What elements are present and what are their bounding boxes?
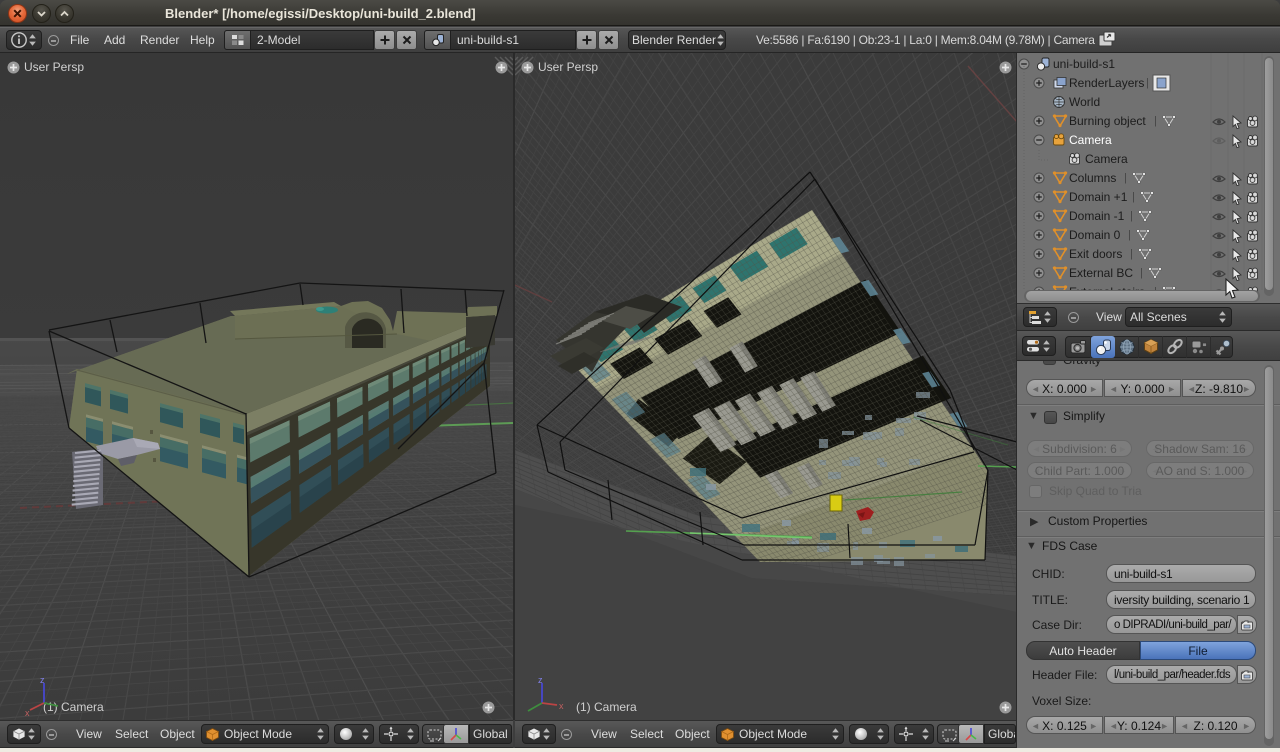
svg-text:|: | (1154, 115, 1157, 127)
svg-text:|: | (1132, 191, 1135, 203)
svg-text:|: | (1130, 210, 1133, 222)
svg-text:x: x (559, 701, 564, 711)
svg-text:|: | (1146, 77, 1149, 89)
svg-text:|: | (1130, 248, 1133, 260)
svg-text:x: x (25, 708, 30, 717)
svg-text:|: | (1128, 229, 1131, 241)
svg-text:|: | (1140, 267, 1143, 279)
svg-text:z: z (40, 675, 45, 685)
svg-text:z: z (538, 675, 543, 685)
svg-text:|: | (1124, 172, 1127, 184)
